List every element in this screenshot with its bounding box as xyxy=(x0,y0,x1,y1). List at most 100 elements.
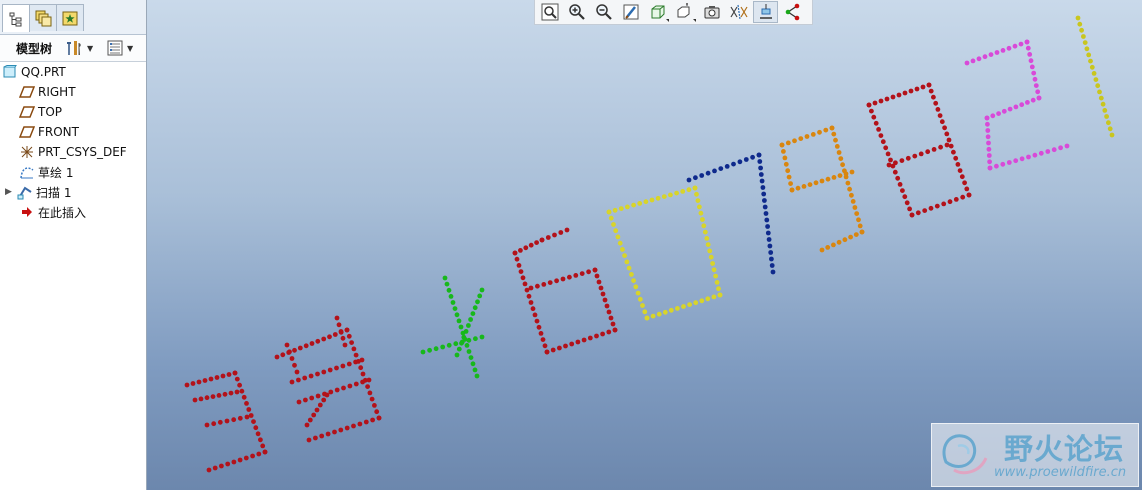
sketch-point xyxy=(798,136,804,142)
sketch-point xyxy=(937,113,943,118)
sketch-point xyxy=(538,331,544,336)
sketch-point xyxy=(349,340,354,345)
sketch-point-pattern xyxy=(184,15,1115,473)
sketch-point xyxy=(1082,40,1088,45)
sketch-point xyxy=(994,50,1000,55)
sketch-point xyxy=(650,313,656,319)
tree-node-sketch[interactable]: 草绘 1 xyxy=(19,162,73,182)
sketch-point xyxy=(327,367,333,373)
sketch-point xyxy=(779,142,785,148)
sketch-point xyxy=(674,190,679,196)
sketch-point xyxy=(1030,97,1036,103)
sketch-point xyxy=(224,418,230,424)
sketch-point xyxy=(946,137,952,143)
sketch-point xyxy=(713,273,718,279)
expand-arrow-icon[interactable]: ▶ xyxy=(5,187,17,197)
layers-tab-icon xyxy=(35,10,52,27)
sketch-point xyxy=(473,336,478,342)
sketch-point xyxy=(724,164,730,169)
sketch-point xyxy=(928,88,934,94)
graphics-window[interactable]: 野火论坛 www.proewildfire.cn xyxy=(147,0,1142,490)
sketch-point xyxy=(988,52,994,57)
tree-node-label: PRT_CSYS_DEF xyxy=(38,145,127,159)
tree-node-insert-here[interactable]: 在此插入 xyxy=(19,202,86,222)
sketch-point xyxy=(338,427,344,433)
sketch-point xyxy=(1091,71,1097,76)
tree-node-datum-right[interactable]: RIGHT xyxy=(19,82,76,102)
sketch-point xyxy=(587,335,593,341)
sketch-point xyxy=(900,188,905,194)
sketch-point xyxy=(470,361,476,367)
tree-settings-button[interactable]: ▼ xyxy=(64,38,93,58)
sketch-point xyxy=(847,186,852,192)
sketch-point xyxy=(1106,120,1111,126)
layers-tab[interactable] xyxy=(29,4,57,31)
sketch-point xyxy=(789,187,795,193)
model-tree-header: 模型树 ▼ ▼ xyxy=(0,35,146,62)
tree-node-label: QQ.PRT xyxy=(21,65,66,79)
sketch-point xyxy=(857,223,863,229)
sketch-point xyxy=(237,415,243,421)
sketch-point xyxy=(705,170,711,176)
sketch-point xyxy=(526,293,532,299)
sketch-point xyxy=(613,228,619,234)
favorites-tab[interactable] xyxy=(56,4,84,31)
sketch-point xyxy=(933,100,939,106)
sketch-point xyxy=(334,315,340,321)
sketch-point xyxy=(248,413,254,418)
sketch-point xyxy=(960,194,966,200)
sketch-point xyxy=(944,131,950,137)
sketch-point xyxy=(464,343,470,348)
sketch-point xyxy=(539,237,545,243)
tree-node-part[interactable]: QQ.PRT xyxy=(2,62,66,82)
sketch-point xyxy=(831,175,837,180)
model-tree-tab[interactable] xyxy=(2,4,30,32)
sketch-point xyxy=(228,390,234,396)
sketch-point xyxy=(699,173,705,178)
tools-icon xyxy=(67,41,81,55)
sketch-point xyxy=(768,250,774,255)
sketch-point xyxy=(765,224,770,229)
tree-node-csys[interactable]: PRT_CSYS_DEF xyxy=(19,142,127,162)
sketch-point xyxy=(532,312,538,318)
sketch-point xyxy=(642,309,648,315)
sketch-point xyxy=(618,206,624,212)
sketch-point xyxy=(843,171,849,177)
sketch-point xyxy=(842,237,848,243)
sketch-point xyxy=(315,338,321,344)
sketch-point xyxy=(460,330,466,336)
sketch-point xyxy=(869,108,874,114)
sketch-point xyxy=(1081,34,1086,39)
sketch-point xyxy=(765,230,771,236)
sketch-point xyxy=(884,96,890,102)
sketch-point xyxy=(693,175,698,181)
sketch-point xyxy=(982,54,988,60)
sketch-point xyxy=(1012,43,1018,49)
tree-node-datum-front[interactable]: FRONT xyxy=(19,122,79,142)
sketch-point xyxy=(786,174,792,180)
sketch-point xyxy=(309,341,315,346)
sketch-point xyxy=(535,283,540,289)
sketch-point xyxy=(871,114,877,120)
sketch-point xyxy=(353,359,358,365)
datum-plane-icon xyxy=(19,104,35,120)
sketch-point xyxy=(534,318,540,324)
sketch-point xyxy=(686,177,692,183)
sketch-point xyxy=(239,388,245,394)
sketch-point xyxy=(905,155,911,161)
tree-show-button[interactable]: ▼ xyxy=(106,38,133,58)
sketch-point xyxy=(914,86,920,92)
sketch-point xyxy=(885,151,891,157)
forum-watermark-logo: 野火论坛 www.proewildfire.cn xyxy=(931,423,1139,487)
sketch-point xyxy=(442,275,448,281)
tree-node-sweep[interactable]: ▶ 扫描 1 xyxy=(5,182,71,202)
sketch-point xyxy=(1026,154,1031,160)
sketch-point xyxy=(852,205,858,210)
datum-plane-icon xyxy=(19,124,35,140)
tree-node-datum-top[interactable]: TOP xyxy=(19,102,62,122)
sketch-point xyxy=(962,180,967,186)
sketch-point xyxy=(892,169,898,175)
sketch-point xyxy=(321,397,327,403)
sketch-point xyxy=(904,200,910,206)
sketch-point xyxy=(817,129,822,135)
